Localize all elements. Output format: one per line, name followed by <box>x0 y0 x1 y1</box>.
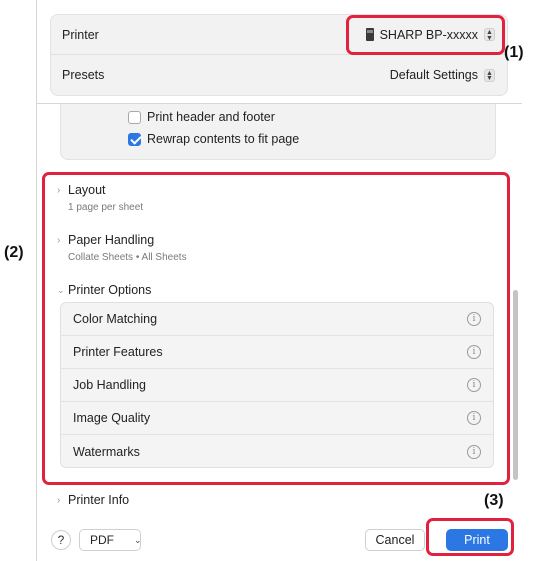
printer-option-item[interactable]: Color Matching i <box>61 303 493 336</box>
bottom-bar: ? PDF ⌄ Cancel Print <box>36 520 522 560</box>
layout-subtitle: 1 page per sheet <box>68 202 144 213</box>
option-label: Printer Features <box>73 345 163 359</box>
presets-value: Default Settings <box>389 68 478 82</box>
printer-label: Printer <box>62 27 99 42</box>
info-icon[interactable]: i <box>467 312 481 326</box>
printer-option-item[interactable]: Printer Features i <box>61 336 493 369</box>
scrollbar[interactable] <box>513 290 518 480</box>
callout-3: (3) <box>484 492 504 509</box>
chevron-right-icon: › <box>57 494 61 506</box>
printer-icon <box>365 28 374 41</box>
printer-value: SHARP BP-xxxxx <box>379 27 478 42</box>
chevron-right-icon: › <box>57 234 61 246</box>
rewrap-contents-checkbox-row[interactable]: Rewrap contents to fit page <box>128 132 299 146</box>
chevron-down-icon: ⌄ <box>134 534 142 545</box>
presets-row: Presets Default Settings ▲ ▼ <box>51 55 507 95</box>
info-icon[interactable]: i <box>467 378 481 392</box>
up-down-stepper-icon: ▲ ▼ <box>484 68 495 82</box>
help-button[interactable]: ? <box>51 530 71 550</box>
paper-handling-section[interactable]: › Paper Handling Collate Sheets • All She… <box>57 233 187 263</box>
paper-handling-title: Paper Handling <box>68 233 155 247</box>
print-header-footer-checkbox[interactable] <box>128 110 141 124</box>
printer-info-section[interactable]: › Printer Info <box>57 493 129 507</box>
info-icon[interactable]: i <box>467 444 481 459</box>
up-down-stepper-icon: ▲ ▼ <box>484 28 495 42</box>
callout-1: (1) <box>504 44 524 61</box>
rewrap-contents-checkbox[interactable] <box>128 132 141 146</box>
paper-handling-subtitle: Collate Sheets • All Sheets <box>68 252 187 263</box>
print-header-footer-label: Print header and footer <box>147 110 275 124</box>
layout-title: Layout <box>68 183 106 197</box>
printer-info-title: Printer Info <box>68 493 130 507</box>
pdf-menu-button[interactable]: PDF ⌄ <box>79 529 142 551</box>
rewrap-contents-label: Rewrap contents to fit page <box>147 132 300 146</box>
option-label: Watermarks <box>73 444 140 459</box>
printer-options-title: Printer Options <box>68 283 152 297</box>
info-icon[interactable]: i <box>467 411 481 425</box>
printer-options-section[interactable]: ⌄ Printer Options <box>57 283 151 297</box>
option-label: Image Quality <box>73 411 151 425</box>
printer-presets-group: Printer SHARP BP-xxxxx ▲ ▼ Presets Defaul… <box>50 14 508 96</box>
printer-row: Printer SHARP BP-xxxxx ▲ ▼ <box>51 15 507 55</box>
presets-label: Presets <box>62 68 105 82</box>
option-label: Color Matching <box>73 312 158 326</box>
printer-option-item[interactable]: Image Quality i <box>61 402 493 435</box>
printer-options-list: Color Matching i Printer Features i Job … <box>60 302 494 468</box>
callout-2: (2) <box>4 244 24 261</box>
chevron-down-icon: ⌄ <box>57 284 65 295</box>
print-button[interactable]: Print <box>446 529 508 551</box>
presets-select[interactable]: Default Settings ▲ ▼ <box>390 68 495 82</box>
print-header-footer-checkbox-row[interactable]: Print header and footer <box>128 110 275 124</box>
info-icon[interactable]: i <box>467 345 481 359</box>
cancel-button[interactable]: Cancel <box>365 529 425 551</box>
option-label: Job Handling <box>73 378 146 392</box>
printer-option-item[interactable]: Job Handling i <box>61 369 493 402</box>
layout-section[interactable]: › Layout 1 page per sheet <box>57 183 143 213</box>
pdf-label: PDF <box>90 533 114 547</box>
printer-select[interactable]: SHARP BP-xxxxx ▲ ▼ <box>365 27 495 42</box>
printer-option-item[interactable]: Watermarks i <box>61 435 493 468</box>
chevron-right-icon: › <box>57 184 61 196</box>
